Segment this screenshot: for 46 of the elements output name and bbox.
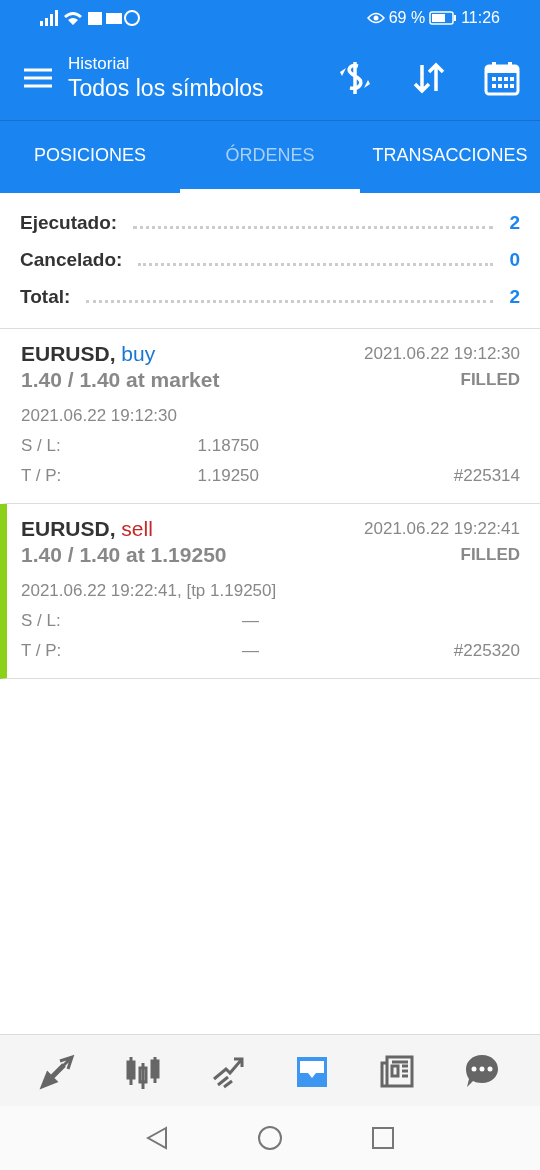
stop-loss-label: S / L: <box>21 435 62 458</box>
tab[interactable]: ÓRDENES <box>180 121 360 193</box>
menu-button[interactable] <box>24 68 52 88</box>
order-symbol: EURUSD, buy <box>21 341 157 367</box>
order-side: sell <box>121 517 153 540</box>
stop-loss-value: — <box>241 610 259 633</box>
battery-icon <box>429 11 458 25</box>
header-title: Todos los símbolos <box>68 74 265 103</box>
stop-loss-value: 1.18750 <box>196 435 259 458</box>
order-side: buy <box>121 342 156 365</box>
order-time: 2021.06.22 19:12:30 <box>364 343 520 365</box>
order-detail: 2021.06.22 19:12:30 <box>21 405 178 427</box>
summary-label: Total: <box>20 285 71 310</box>
eye-icon <box>366 12 385 24</box>
order-symbol: EURUSD, sell <box>21 516 154 542</box>
order-status: FILLED <box>460 369 520 391</box>
header-subtitle: Historial <box>68 53 131 75</box>
order-row[interactable]: EURUSD, buy 1.40 / 1.40 at market 2021.06.22 19:12:30 FILLED 2021.06.22 19:12:30 S / L: 1.18750 T / P: 1.19250 #225314 <box>0 329 540 504</box>
summary-value: 0 <box>509 248 520 273</box>
recents-button[interactable] <box>372 1127 394 1149</box>
menu-icon <box>24 68 52 88</box>
clock: 11:26 <box>461 8 500 28</box>
back-button[interactable] <box>146 1126 168 1150</box>
order-volume: 1.40 / 1.40 at 1.19250 <box>21 542 227 568</box>
order-volume: 1.40 / 1.40 at market <box>21 367 220 393</box>
sort-button[interactable] <box>412 61 446 95</box>
home-button[interactable] <box>258 1126 282 1150</box>
take-profit-label: T / P: <box>21 465 63 488</box>
summary-value: 2 <box>509 211 520 236</box>
stop-loss-label: S / L: <box>21 610 62 633</box>
order-status: FILLED <box>460 544 520 566</box>
order-ticket: #225314 <box>453 465 520 488</box>
take-profit-value: — <box>241 640 259 663</box>
order-ticket: #225320 <box>453 640 520 663</box>
summary-value: 2 <box>509 285 520 310</box>
tab[interactable]: TRANSACCIONES <box>360 121 540 193</box>
calendar-button[interactable] <box>484 60 520 96</box>
take-profit-value: 1.19250 <box>196 465 259 488</box>
summary-label: Cancelado: <box>20 248 123 273</box>
order-row[interactable]: EURUSD, sell 1.40 / 1.40 at 1.19250 2021.06.22 19:22:41 FILLED 2021.06.22 19:22:41, [tp 1.19250] S / L: — T / P: — #225320 <box>0 504 540 679</box>
summary-label: Ejecutado: <box>20 211 118 236</box>
battery-percent: 69 % <box>388 8 426 28</box>
tab[interactable]: POSICIONES <box>0 121 180 193</box>
order-detail: 2021.06.22 19:22:41, [tp 1.19250] <box>21 580 278 602</box>
order-time: 2021.06.22 19:22:41 <box>364 518 520 540</box>
take-profit-label: T / P: <box>21 640 63 663</box>
